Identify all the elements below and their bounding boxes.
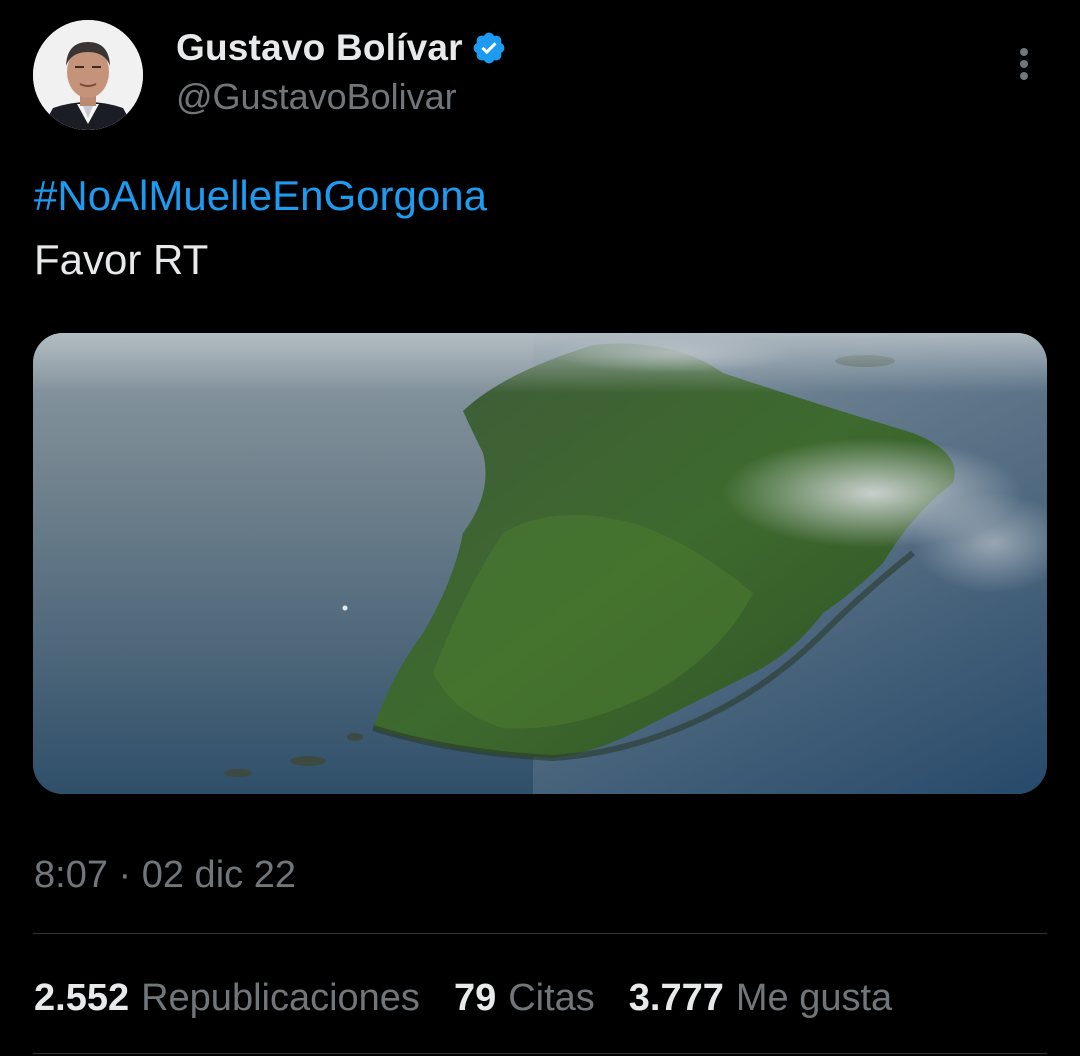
likes-stat[interactable]: 3.777 Me gusta [629, 977, 892, 1020]
tweet-timestamp[interactable]: 8:07 · 02 dic 22 [34, 854, 296, 897]
quotes-count: 79 [453, 976, 497, 1019]
author-display-name[interactable]: Gustavo Bolívar [176, 27, 463, 69]
author-handle[interactable]: @GustavoBolivar [176, 76, 457, 118]
quotes-label: Citas [508, 976, 595, 1019]
quotes-stat[interactable]: 79 Citas [454, 977, 595, 1020]
tweet-body: Favor RT [34, 236, 209, 283]
tweet-image[interactable] [33, 333, 1047, 794]
reposts-label: Republicaciones [141, 976, 420, 1019]
likes-label: Me gusta [735, 976, 893, 1019]
divider [33, 933, 1047, 934]
hashtag-link[interactable]: #NoAlMuelleEnGorgona [34, 164, 487, 228]
divider [33, 1053, 1047, 1054]
avatar[interactable] [33, 20, 143, 130]
engagement-stats: 2.552 Republicaciones 79 Citas 3.777 Me … [34, 972, 926, 1024]
author-name-row[interactable]: Gustavo Bolívar [176, 26, 507, 70]
more-options-icon[interactable] [1004, 42, 1044, 86]
verified-badge-icon[interactable] [471, 30, 507, 66]
reposts-count: 2.552 [34, 976, 130, 1019]
likes-count: 3.777 [628, 976, 724, 1019]
tweet-text: #NoAlMuelleEnGorgona Favor RT [34, 164, 487, 292]
reposts-stat[interactable]: 2.552 Republicaciones [34, 977, 420, 1020]
